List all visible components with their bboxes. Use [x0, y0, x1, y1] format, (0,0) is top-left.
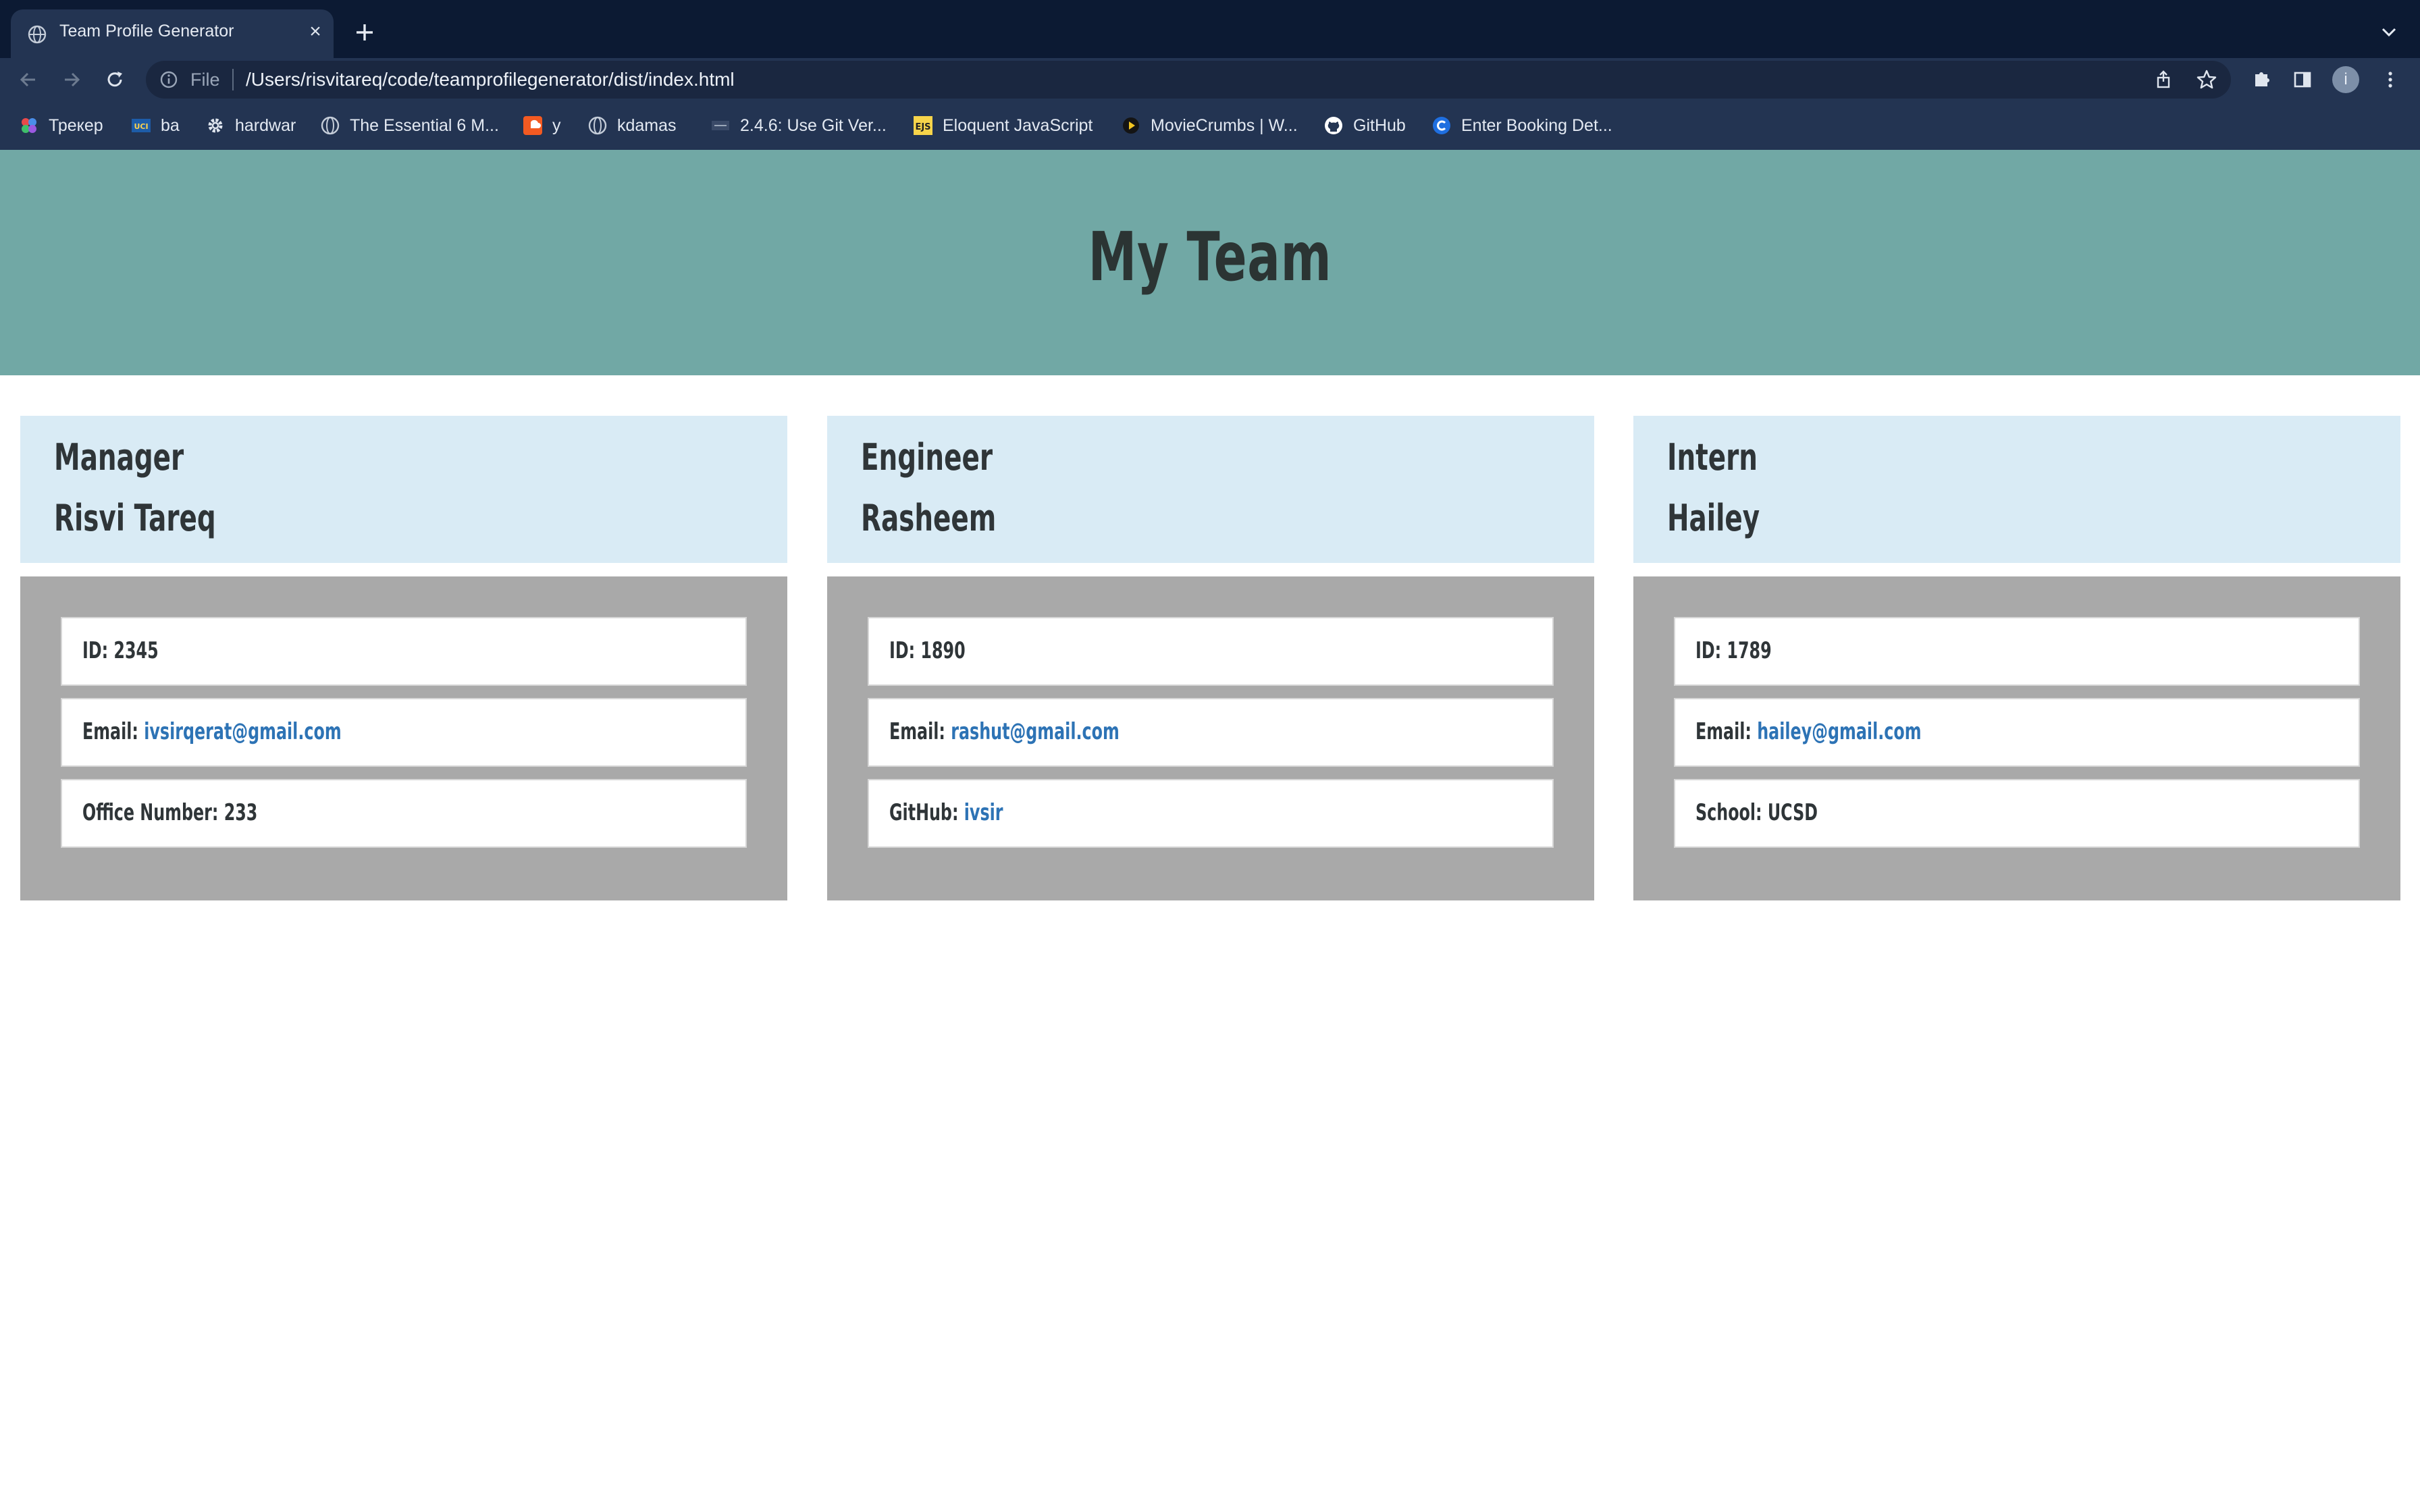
card-role: Manager	[54, 436, 184, 479]
bookmarks-bar: Трекер UCI ba hardwar The Essential 6 M.…	[0, 101, 2420, 150]
card-role: Engineer	[861, 436, 993, 479]
share-icon[interactable]	[2153, 69, 2174, 90]
reload-icon[interactable]	[103, 68, 127, 92]
card-body: ID: 2345 Email: ivsirqerat@gmail.com Off…	[20, 576, 787, 900]
card-body: ID: 1789 Email: hailey@gmail.com School:…	[1633, 576, 2400, 900]
bookmark-item[interactable]: EJS Eloquent JavaScript	[913, 115, 1093, 136]
info-icon[interactable]	[159, 70, 178, 89]
play-icon	[1123, 117, 1139, 134]
email-field: Email: rashut@gmail.com	[868, 698, 1554, 767]
gear-icon	[208, 118, 223, 133]
globe-icon	[28, 25, 47, 44]
bookmark-item[interactable]: GitHub	[1323, 115, 1406, 136]
card-header: Engineer Rasheem	[827, 416, 1594, 563]
card-name: Hailey	[1667, 497, 1760, 539]
bookmark-item[interactable]: y	[523, 115, 561, 136]
new-tab-icon[interactable]	[351, 19, 378, 46]
side-panel-icon[interactable]	[2290, 68, 2315, 92]
uci-icon: UCI	[132, 119, 151, 132]
school-field: School: UCSD	[1674, 779, 2360, 848]
url-text[interactable]: /Users/risvitareq/code/teamprofilegenera…	[246, 69, 735, 90]
tab-search-chevron-icon[interactable]	[2377, 20, 2401, 45]
extensions-icon[interactable]	[2248, 68, 2273, 92]
globe-icon	[321, 116, 340, 135]
bookmark-item[interactable]: hardwar	[205, 115, 296, 136]
page-header: My Team	[0, 150, 2420, 375]
bookmark-item[interactable]: Enter Booking Det...	[1431, 115, 1612, 136]
bookmark-star-icon[interactable]	[2196, 69, 2217, 90]
email-field: Email: hailey@gmail.com	[1674, 698, 2360, 767]
id-field: ID: 1789	[1674, 617, 2360, 686]
url-separator	[232, 69, 234, 90]
email-link[interactable]: hailey@gmail.com	[1757, 718, 1921, 745]
card-role: Intern	[1667, 436, 1758, 479]
kebab-menu-icon[interactable]	[2378, 68, 2402, 92]
tracker-icon	[22, 118, 36, 133]
bookmark-item[interactable]: UCI ba	[131, 115, 180, 136]
bookmark-item[interactable]: Трекер	[19, 115, 103, 136]
bookmark-item[interactable]: MovieCrumbs | W...	[1121, 115, 1298, 136]
email-link[interactable]: ivsirqerat@gmail.com	[144, 718, 341, 745]
svg-text:UCI: UCI	[134, 122, 148, 131]
github-icon	[1325, 117, 1342, 134]
address-bar[interactable]: File /Users/risvitareq/code/teamprofileg…	[146, 61, 2231, 99]
booking-icon	[1433, 117, 1450, 134]
close-tab-icon[interactable]: ×	[305, 22, 325, 42]
intern-card: Intern Hailey ID: 1789 Email: hailey@gma…	[1633, 416, 2400, 900]
svg-text:EJS: EJS	[915, 122, 930, 132]
email-field: Email: ivsirqerat@gmail.com	[61, 698, 747, 767]
github-link[interactable]: ivsir	[964, 799, 1003, 826]
forward-icon[interactable]	[59, 68, 84, 92]
soundcloud-icon	[523, 116, 542, 135]
scheme-label: File	[190, 70, 220, 90]
id-field: ID: 1890	[868, 617, 1554, 686]
profile-avatar[interactable]: i	[2332, 66, 2359, 93]
office-number-field: Office Number: 233	[61, 779, 747, 848]
card-name: Risvi Tareq	[54, 497, 216, 539]
tab-strip: Team Profile Generator ×	[0, 0, 2420, 58]
card-header: Manager Risvi Tareq	[20, 416, 787, 563]
globe-icon	[588, 116, 607, 135]
github-field: GitHub: ivsir	[868, 779, 1554, 848]
email-link[interactable]: rashut@gmail.com	[951, 718, 1120, 745]
ejs-icon: EJS	[914, 116, 932, 135]
bookmark-item[interactable]: 2.4.6: Use Git Ver...	[710, 115, 887, 136]
card-name: Rasheem	[861, 497, 997, 539]
engineer-card: Engineer Rasheem ID: 1890 Email: rashut@…	[827, 416, 1594, 900]
card-header: Intern Hailey	[1633, 416, 2400, 563]
back-icon[interactable]	[16, 68, 41, 92]
bookmark-item[interactable]: kdamas	[587, 115, 677, 136]
tab-title: Team Profile Generator	[59, 22, 234, 40]
bookmark-item[interactable]: The Essential 6 M...	[320, 115, 499, 136]
browser-tab[interactable]: Team Profile Generator ×	[11, 9, 334, 58]
card-body: ID: 1890 Email: rashut@gmail.com GitHub:…	[827, 576, 1594, 900]
browser-toolbar: File /Users/risvitareq/code/teamprofileg…	[0, 58, 2420, 101]
page-title: My Team	[1088, 217, 1332, 296]
id-field: ID: 2345	[61, 617, 747, 686]
manager-card: Manager Risvi Tareq ID: 2345 Email: ivsi…	[20, 416, 787, 900]
page-icon	[712, 121, 729, 130]
